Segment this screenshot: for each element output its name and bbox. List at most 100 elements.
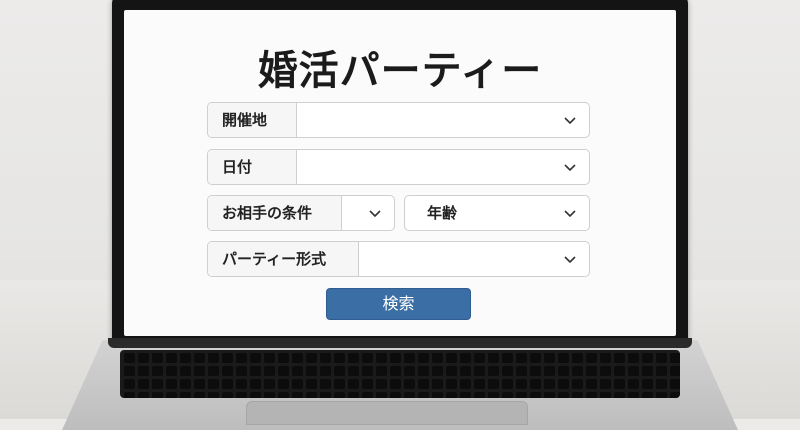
age-label: 年齢 xyxy=(427,204,458,222)
keyboard-key xyxy=(222,379,233,389)
keyboard-key xyxy=(446,379,457,389)
keyboard-key xyxy=(362,379,373,389)
keyboard-key xyxy=(572,392,583,398)
keyboard-key xyxy=(292,353,303,363)
keyboard-key xyxy=(474,353,485,363)
keyboard-key xyxy=(152,392,163,398)
keyboard-key xyxy=(180,392,191,398)
keyboard-key xyxy=(362,353,373,363)
keyboard-key xyxy=(404,353,415,363)
keyboard-key xyxy=(138,366,149,376)
keyboard-key xyxy=(488,392,499,398)
keyboard-key xyxy=(642,392,653,398)
keyboard-key xyxy=(432,366,443,376)
keyboard-key xyxy=(474,392,485,398)
keyboard-key xyxy=(124,353,135,363)
keyboard-key xyxy=(152,366,163,376)
keyboard-key xyxy=(446,392,457,398)
keyboard-key xyxy=(348,366,359,376)
keyboard-key xyxy=(376,366,387,376)
keyboard-key xyxy=(656,353,667,363)
keyboard-key xyxy=(166,366,177,376)
keyboard-key xyxy=(544,366,555,376)
keyboard-key xyxy=(404,392,415,398)
keyboard-key xyxy=(558,379,569,389)
keyboard-key xyxy=(460,392,471,398)
keyboard-key xyxy=(278,353,289,363)
keyboard-key xyxy=(236,353,247,363)
keyboard-key xyxy=(222,392,233,398)
keyboard-key xyxy=(278,366,289,376)
party-format-select[interactable]: パーティー形式 xyxy=(207,241,590,277)
keyboard-key xyxy=(194,379,205,389)
keyboard-key xyxy=(334,392,345,398)
venue-select[interactable]: 開催地 xyxy=(207,102,590,138)
keyboard-key xyxy=(348,392,359,398)
keyboard-key xyxy=(264,392,275,398)
keyboard-key xyxy=(278,392,289,398)
partner-conditions-select[interactable]: お相手の条件 xyxy=(207,195,395,231)
keyboard-key xyxy=(418,392,429,398)
date-select[interactable]: 日付 xyxy=(207,149,590,185)
keyboard-key xyxy=(516,366,527,376)
keyboard-key xyxy=(306,392,317,398)
keyboard-key xyxy=(334,366,345,376)
keyboard-key xyxy=(236,392,247,398)
keyboard-key xyxy=(656,392,667,398)
trackpad xyxy=(246,401,528,425)
keyboard-key xyxy=(488,353,499,363)
keyboard-key xyxy=(628,379,639,389)
keyboard-key xyxy=(614,379,625,389)
keyboard-key xyxy=(208,353,219,363)
keyboard-key xyxy=(152,379,163,389)
keyboard-key xyxy=(334,379,345,389)
keyboard-key xyxy=(404,379,415,389)
keyboard-key xyxy=(418,379,429,389)
chevron-down-icon[interactable] xyxy=(368,206,382,220)
keyboard-key xyxy=(558,353,569,363)
keyboard-key xyxy=(488,379,499,389)
keyboard-key xyxy=(180,379,191,389)
keyboard-key xyxy=(208,392,219,398)
keyboard-key xyxy=(586,353,597,363)
keyboard-key xyxy=(628,366,639,376)
keyboard-key xyxy=(586,379,597,389)
keyboard-key xyxy=(502,353,513,363)
keyboard-key xyxy=(138,379,149,389)
chevron-down-icon[interactable] xyxy=(563,160,577,174)
keyboard-key xyxy=(292,392,303,398)
keyboard-key xyxy=(418,353,429,363)
keyboard-key xyxy=(656,366,667,376)
keyboard-key xyxy=(418,366,429,376)
keyboard-key xyxy=(292,366,303,376)
chevron-down-icon[interactable] xyxy=(563,206,577,220)
keyboard-key xyxy=(460,366,471,376)
keyboard-key xyxy=(138,353,149,363)
keyboard-key xyxy=(348,379,359,389)
search-button[interactable]: 検索 xyxy=(326,288,471,320)
keyboard-key xyxy=(628,353,639,363)
chevron-down-icon[interactable] xyxy=(563,113,577,127)
keyboard-key xyxy=(432,379,443,389)
keyboard-key xyxy=(530,392,541,398)
keyboard-key xyxy=(558,392,569,398)
keyboard-key xyxy=(222,366,233,376)
page-title: 婚活パーティー xyxy=(257,48,543,94)
keyboard-key xyxy=(628,392,639,398)
keyboard-key xyxy=(614,353,625,363)
keyboard-key xyxy=(320,366,331,376)
keyboard-key xyxy=(446,366,457,376)
keyboard-key xyxy=(320,379,331,389)
keyboard-key xyxy=(264,366,275,376)
keyboard-row xyxy=(124,392,680,398)
keyboard-key xyxy=(194,353,205,363)
keyboard-key xyxy=(236,379,247,389)
keyboard-key xyxy=(306,353,317,363)
keyboard-key xyxy=(446,353,457,363)
keyboard-key xyxy=(390,379,401,389)
age-select[interactable]: 年齢 xyxy=(404,195,590,231)
chevron-down-icon[interactable] xyxy=(563,252,577,266)
keyboard-key xyxy=(516,379,527,389)
keyboard-key xyxy=(572,379,583,389)
keyboard-key xyxy=(572,366,583,376)
